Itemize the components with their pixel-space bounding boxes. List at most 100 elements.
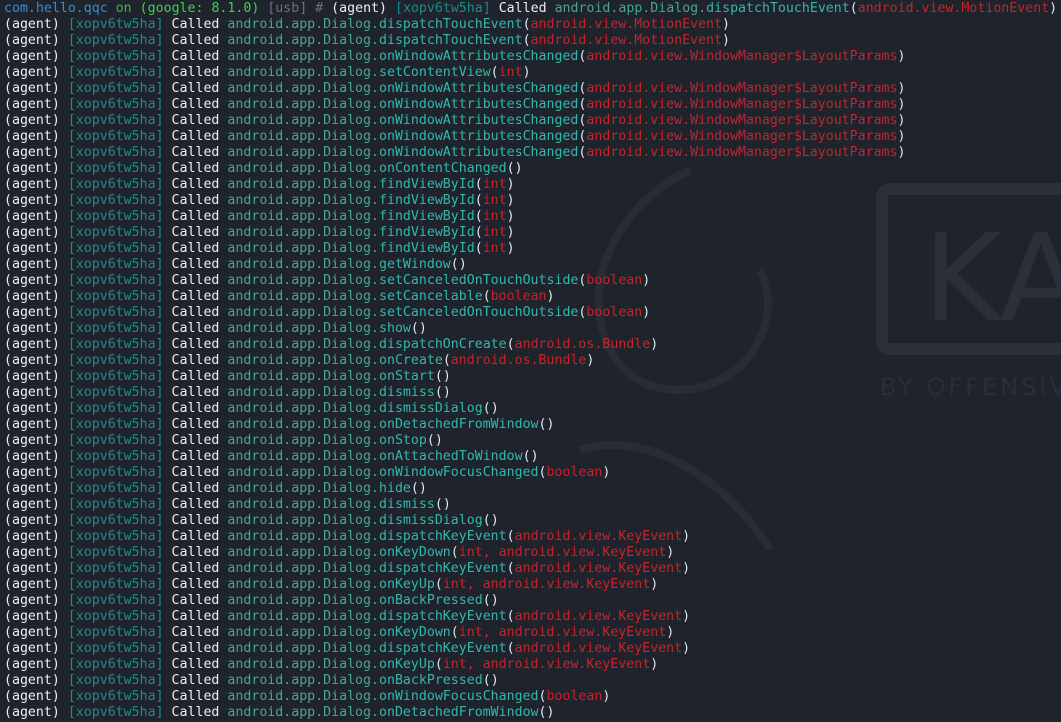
method-args: android.view.MotionEvent — [530, 17, 723, 32]
method-name: onKeyUp — [378, 577, 435, 592]
method-name: dispatchKeyEvent — [378, 641, 507, 656]
session-tag: [xopv6tw5ha] — [67, 225, 164, 240]
prompt-line: com.hello.qqc on (google: 8.1.0) [usb] #… — [4, 1, 1061, 17]
method-name: onWindowAttributesChanged — [378, 113, 579, 128]
log-line: (agent) [xopv6tw5ha] Called android.app.… — [4, 177, 1061, 193]
log-line: (agent) [xopv6tw5ha] Called android.app.… — [4, 321, 1061, 337]
called-label: Called — [171, 193, 220, 208]
class-name: android.app.Dialog. — [227, 49, 379, 64]
close-paren: ) — [490, 513, 499, 528]
open-paren: ( — [522, 449, 531, 464]
session-tag: [xopv6tw5ha] — [67, 305, 164, 320]
agent-label: (agent) — [4, 49, 60, 64]
agent-label: (agent) — [4, 705, 60, 720]
session-tag: [xopv6tw5ha] — [67, 369, 164, 384]
method-args: int, android.view.KeyEvent — [458, 625, 667, 640]
called-label: Called — [171, 17, 220, 32]
close-paren: ) — [666, 625, 675, 640]
method-args: android.os.Bundle — [450, 353, 587, 368]
agent-label: (agent) — [4, 513, 60, 528]
agent-label: (agent) — [4, 337, 60, 352]
close-paren: ) — [490, 593, 499, 608]
agent-label: (agent) — [4, 193, 60, 208]
session-tag: [xopv6tw5ha] — [67, 385, 164, 400]
log-line: (agent) [xopv6tw5ha] Called android.app.… — [4, 657, 1061, 673]
method-name: findViewById — [378, 177, 475, 192]
close-paren: ) — [722, 33, 730, 48]
agent-label: (agent) — [4, 385, 60, 400]
close-paren: ) — [490, 673, 499, 688]
open-paren: ( — [410, 321, 419, 336]
method-name: findViewById — [378, 225, 475, 240]
method-args: android.view.WindowManager$LayoutParams — [586, 113, 898, 128]
agent-label: (agent) — [4, 545, 60, 560]
close-paren: ) — [458, 257, 467, 272]
called-label: Called — [171, 241, 220, 256]
called-label: Called — [498, 1, 547, 16]
close-paren: ) — [546, 417, 555, 432]
method-name: dispatchTouchEvent — [706, 1, 850, 16]
class-name: android.app.Dialog. — [227, 81, 379, 96]
class-name: android.app.Dialog. — [227, 177, 379, 192]
open-paren: ( — [506, 337, 515, 352]
method-name: onWindowFocusChanged — [378, 465, 539, 480]
log-line: (agent) [xopv6tw5ha] Called android.app.… — [4, 353, 1061, 369]
terminal-output[interactable]: com.hello.qqc on (google: 8.1.0) [usb] #… — [4, 1, 1061, 721]
class-name: android.app.Dialog. — [227, 241, 379, 256]
called-label: Called — [171, 577, 220, 592]
session-tag: [xopv6tw5ha] — [67, 97, 164, 112]
agent-label: (agent) — [4, 145, 60, 160]
close-paren: ) — [442, 497, 451, 512]
open-paren: ( — [450, 545, 459, 560]
log-line: (agent) [xopv6tw5ha] Called android.app.… — [4, 97, 1061, 113]
called-label: Called — [171, 129, 220, 144]
session-tag: [xopv6tw5ha] — [67, 465, 164, 480]
class-name: android.app.Dialog. — [227, 545, 379, 560]
agent-label: (agent) — [4, 33, 60, 48]
log-line: (agent) [xopv6tw5ha] Called android.app.… — [4, 145, 1061, 161]
log-line: (agent) [xopv6tw5ha] Called android.app.… — [4, 289, 1061, 305]
called-label: Called — [171, 417, 220, 432]
agent-label: (agent) — [4, 321, 60, 336]
close-paren: ) — [418, 321, 427, 336]
class-name: android.app.Dialog. — [227, 385, 379, 400]
log-line: (agent) [xopv6tw5ha] Called android.app.… — [4, 497, 1061, 513]
open-paren: ( — [474, 177, 483, 192]
log-line: (agent) [xopv6tw5ha] Called android.app.… — [4, 689, 1061, 705]
close-paren: ) — [650, 577, 659, 592]
open-paren: ( — [434, 385, 443, 400]
class-name: android.app.Dialog. — [227, 33, 379, 48]
method-name: onWindowAttributesChanged — [378, 145, 579, 160]
called-label: Called — [171, 401, 220, 416]
close-paren: ) — [546, 705, 555, 720]
open-paren: ( — [434, 657, 443, 672]
agent-label: (agent) — [4, 657, 60, 672]
open-paren: ( — [482, 513, 491, 528]
method-args: android.view.WindowManager$LayoutParams — [586, 81, 898, 96]
method-name: onContentChanged — [378, 161, 507, 176]
session-tag: [xopv6tw5ha] — [67, 561, 164, 576]
open-paren: ( — [482, 289, 491, 304]
called-label: Called — [171, 641, 220, 656]
log-line: (agent) [xopv6tw5ha] Called android.app.… — [4, 705, 1061, 721]
method-name: onKeyDown — [378, 625, 451, 640]
open-paren: ( — [450, 625, 459, 640]
called-label: Called — [171, 337, 220, 352]
session-tag: [xopv6tw5ha] — [67, 529, 164, 544]
called-label: Called — [171, 513, 220, 528]
called-label: Called — [171, 369, 220, 384]
session-tag: [xopv6tw5ha] — [67, 161, 164, 176]
class-name: android.app.Dialog. — [227, 161, 379, 176]
method-name: dismissDialog — [378, 401, 483, 416]
close-paren: ) — [442, 369, 451, 384]
prompt-on: on — [115, 1, 132, 16]
agent-label: (agent) — [4, 289, 60, 304]
agent-label: (agent) — [4, 433, 60, 448]
log-line: (agent) [xopv6tw5ha] Called android.app.… — [4, 529, 1061, 545]
log-line: (agent) [xopv6tw5ha] Called android.app.… — [4, 161, 1061, 177]
class-name: android.app.Dialog. — [227, 225, 379, 240]
close-paren: ) — [434, 433, 443, 448]
log-line: (agent) [xopv6tw5ha] Called android.app.… — [4, 593, 1061, 609]
method-args: android.view.MotionEvent — [530, 33, 723, 48]
method-name: onStart — [378, 369, 435, 384]
